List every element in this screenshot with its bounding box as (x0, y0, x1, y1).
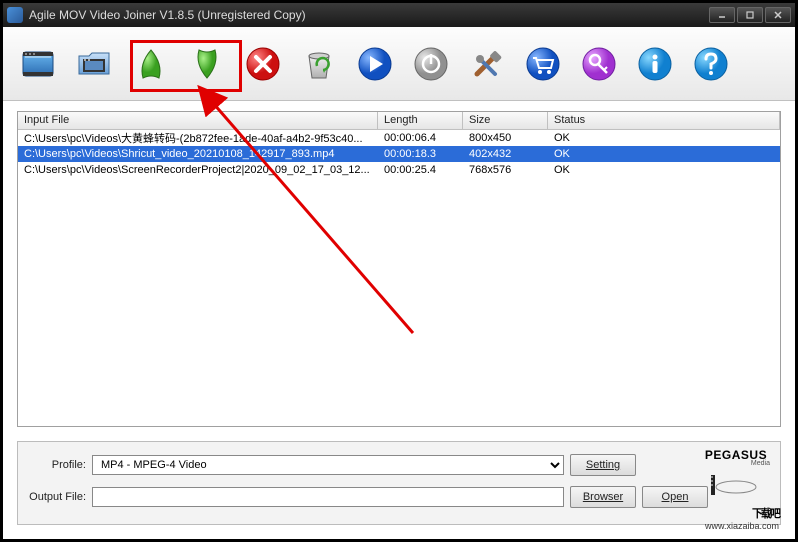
outputfile-label: Output File: (26, 491, 86, 503)
col-header-length[interactable]: Length (378, 112, 463, 129)
register-button[interactable] (577, 42, 621, 86)
minimize-button[interactable] (709, 7, 735, 23)
move-up-button[interactable] (129, 42, 173, 86)
profile-label: Profile: (26, 459, 86, 471)
setting-button[interactable]: Setting (570, 454, 636, 476)
outputfile-input[interactable] (92, 487, 564, 507)
browser-button[interactable]: Browser (570, 486, 636, 508)
settings-button[interactable] (465, 42, 509, 86)
file-list[interactable]: Input File Length Size Status C:\Users\p… (17, 111, 781, 427)
col-header-file[interactable]: Input File (18, 112, 378, 129)
pegasus-logo: PEGASUS Media (696, 448, 776, 508)
list-header: Input File Length Size Status (18, 112, 780, 130)
buy-button[interactable] (521, 42, 565, 86)
table-row[interactable]: C:\Users\pc\Videos\Shricut_video_2021010… (18, 146, 780, 162)
help-button[interactable] (689, 42, 733, 86)
move-down-button[interactable] (185, 42, 229, 86)
about-button[interactable] (633, 42, 677, 86)
stop-button[interactable] (409, 42, 453, 86)
app-icon (7, 7, 23, 23)
title-bar: Agile MOV Video Joiner V1.8.5 (Unregiste… (3, 3, 795, 27)
start-button[interactable] (353, 42, 397, 86)
table-row[interactable]: C:\Users\pc\Videos\ScreenRecorderProject… (18, 162, 780, 178)
toolbar (3, 27, 795, 101)
remove-button[interactable] (241, 42, 285, 86)
window-title: Agile MOV Video Joiner V1.8.5 (Unregiste… (29, 8, 709, 22)
profile-select[interactable]: MP4 - MPEG-4 Video (92, 455, 564, 475)
window-controls (709, 7, 791, 23)
add-folder-button[interactable] (73, 42, 117, 86)
close-button[interactable] (765, 7, 791, 23)
output-panel: Profile: MP4 - MPEG-4 Video Setting Outp… (17, 441, 781, 525)
col-header-status[interactable]: Status (548, 112, 780, 129)
add-file-button[interactable] (17, 42, 61, 86)
table-row[interactable]: C:\Users\pc\Videos\大黄蜂转码-(2b872fee-1ade-… (18, 130, 780, 146)
maximize-button[interactable] (737, 7, 763, 23)
col-header-size[interactable]: Size (463, 112, 548, 129)
clear-button[interactable] (297, 42, 341, 86)
